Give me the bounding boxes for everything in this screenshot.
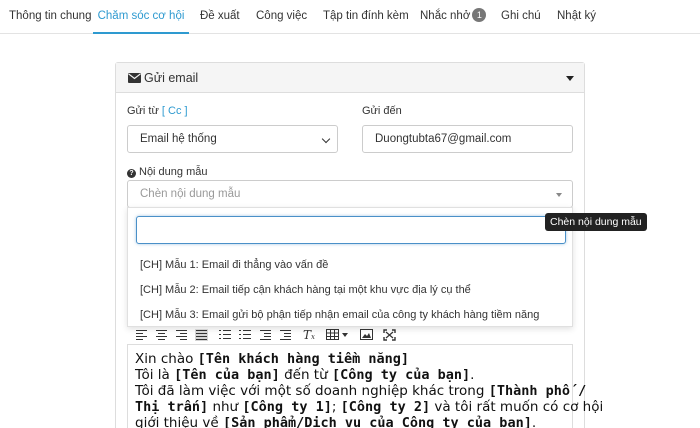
tab-label: Nhắc nhở <box>420 10 471 22</box>
tooltip: Chèn nội dung mẫu <box>545 213 647 231</box>
indent-icon[interactable] <box>279 329 292 341</box>
tab-label: Đề xuất <box>200 10 240 22</box>
template-search-input[interactable] <box>136 216 566 244</box>
email-body-editor[interactable]: Xin chào [Tên khách hàng tiềm năng] Tôi … <box>127 344 603 428</box>
template-option[interactable]: [CH] Mẫu 1: Email đi thẳng vào vấn đề <box>140 259 328 271</box>
envelope-icon <box>128 73 141 83</box>
tab-label: Thông tin chung <box>9 10 92 22</box>
from-label: Gửi từ [ Cc ] <box>127 105 188 117</box>
tab-bar: Thông tin chung Chăm sóc cơ hội Đề xuất … <box>0 0 700 34</box>
reminder-count-badge: 1 <box>472 8 487 22</box>
align-right-icon[interactable] <box>175 329 188 341</box>
tab-notes[interactable]: Ghi chú <box>501 0 541 34</box>
image-icon[interactable] <box>360 329 373 341</box>
tab-general-info[interactable]: Thông tin chung <box>9 0 91 34</box>
to-email-value: Duongtubta67@gmail.com <box>375 133 512 145</box>
tab-label: Tập tin đính kèm <box>323 10 409 22</box>
panel-heading[interactable]: Gửi email <box>116 63 584 93</box>
to-label: Gửi đến <box>362 105 402 117</box>
template-placeholder: Chèn nội dung mẫu <box>140 188 241 200</box>
editor-line: giới thiệu về [Sản phẩm/Dịch vụ của Công… <box>135 415 537 428</box>
editor-line: Tôi là [Tên của bạn] đến từ [Công ty của… <box>135 367 475 383</box>
from-select-value: Email hệ thống <box>140 133 217 145</box>
align-justify-icon[interactable] <box>195 329 208 341</box>
template-select[interactable]: Chèn nội dung mẫu <box>127 180 573 208</box>
template-option[interactable]: [CH] Mẫu 3: Email gửi bộ phận tiếp nhận … <box>140 309 539 321</box>
ordered-list-icon[interactable] <box>219 329 232 341</box>
clear-format-icon[interactable]: Tx <box>303 329 316 341</box>
caret-down-icon <box>556 193 562 197</box>
table-icon[interactable] <box>326 329 350 341</box>
align-center-icon[interactable] <box>155 329 168 341</box>
tab-label: Công việc <box>256 10 308 22</box>
editor-line: Thị trấn] như [Công ty 1]; [Công ty 2] v… <box>135 399 604 415</box>
chevron-down-icon <box>321 134 331 144</box>
panel-title-text: Gửi email <box>144 71 199 85</box>
fullscreen-icon[interactable] <box>383 329 396 341</box>
tab-label: Chăm sóc cơ hội <box>97 10 185 22</box>
tab-label: Nhật ký <box>557 10 596 22</box>
tab-opportunity-care[interactable]: Chăm sóc cơ hội <box>93 0 189 34</box>
template-option[interactable]: [CH] Mẫu 2: Email tiếp cận khách hàng tạ… <box>140 284 471 296</box>
editor-toolbar: Tx <box>127 326 573 344</box>
tab-proposal[interactable]: Đề xuất <box>200 0 240 34</box>
panel-title: Gửi email <box>128 63 198 93</box>
template-dropdown: [CH] Mẫu 1: Email đi thẳng vào vấn đề [C… <box>127 207 573 327</box>
align-left-icon[interactable] <box>135 329 148 341</box>
tab-attachments[interactable]: Tập tin đính kèm <box>323 0 409 34</box>
template-label: ? Nội dung mẫu <box>127 166 208 178</box>
unordered-list-icon[interactable] <box>239 329 252 341</box>
outdent-icon[interactable] <box>259 329 272 341</box>
cc-link[interactable]: [ Cc ] <box>162 105 188 117</box>
tab-label: Ghi chú <box>501 10 541 22</box>
to-email-field[interactable]: Duongtubta67@gmail.com <box>362 125 573 153</box>
from-select[interactable]: Email hệ thống <box>127 125 338 153</box>
tab-reminders[interactable]: Nhắc nhở 1 <box>420 0 487 34</box>
tab-log[interactable]: Nhật ký <box>557 0 596 34</box>
help-icon[interactable]: ? <box>127 169 136 178</box>
editor-line: Tôi đã làm việc với một số doanh nghiệp … <box>135 383 587 399</box>
editor-line: Xin chào [Tên khách hàng tiềm năng] <box>135 351 409 367</box>
tab-tasks[interactable]: Công việc <box>256 0 307 34</box>
collapse-caret-icon[interactable] <box>566 76 574 81</box>
